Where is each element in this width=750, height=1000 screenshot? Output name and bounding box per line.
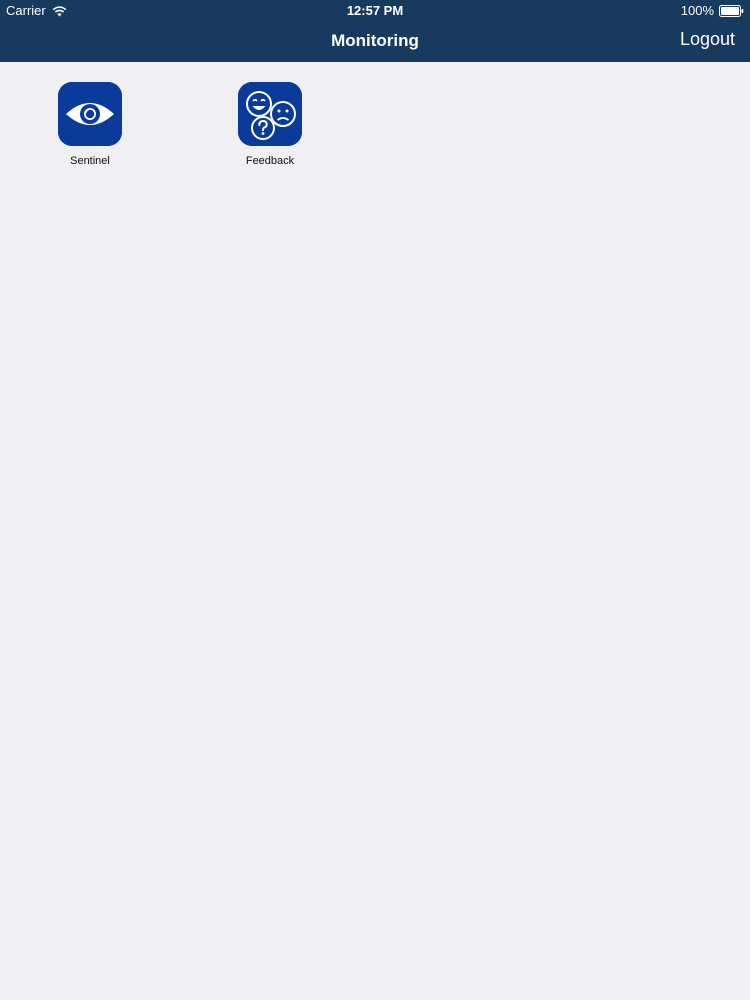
app-label-sentinel: Sentinel	[70, 155, 110, 167]
faces-feedback-icon	[238, 82, 302, 146]
navigation-bar: Monitoring Logout	[0, 20, 750, 62]
header: Carrier 12:57 PM 100% Monitoring Logout	[0, 0, 750, 62]
app-tile-feedback[interactable]: Feedback	[210, 82, 330, 167]
logout-button[interactable]: Logout	[680, 29, 735, 50]
app-label-feedback: Feedback	[245, 155, 295, 167]
battery-percent: 100%	[680, 3, 714, 18]
status-time: 12:57 PM	[346, 3, 404, 18]
eye-icon	[58, 82, 122, 146]
status-bar: Carrier 12:57 PM 100%	[0, 0, 750, 20]
battery-icon	[719, 4, 744, 17]
app-tile-sentinel[interactable]: Sentinel	[30, 82, 150, 167]
status-right: 100%	[681, 3, 744, 18]
page-title: Monitoring	[331, 31, 419, 50]
